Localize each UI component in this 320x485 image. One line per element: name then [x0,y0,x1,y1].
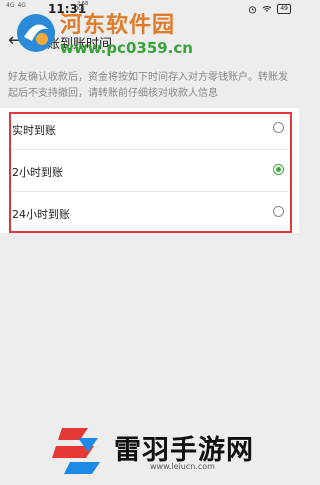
signal-2-icon: 4G [17,2,26,9]
network-rate-unit: K/s [77,6,85,12]
battery-icon: 49 [277,4,291,14]
bottom-logo: 雷羽手游网 www.leiucn.com [48,422,298,474]
back-arrow-icon[interactable]: ← [8,30,23,51]
alarm-icon [249,5,257,14]
option-24-hours[interactable]: 24小时到账 [0,192,299,234]
option-2-hours[interactable]: 2小时到账 [0,150,299,192]
option-label: 24小时到账 [12,208,70,221]
status-icons: 49 [248,4,291,14]
option-instant[interactable]: 实时到账 [0,108,299,150]
status-bar: 4G 4G 11:31 2.68 K/s 49 [0,0,299,20]
radio-unchecked-icon[interactable] [273,206,284,217]
option-label: 实时到账 [12,124,56,137]
bottom-logo-url: www.leiucn.com [150,462,215,471]
arrival-time-options: 实时到账 2小时到账 24小时到账 [0,108,299,233]
signal-1-icon: 4G [6,2,15,9]
page-title: 转账到账时间 [34,37,113,52]
leiyu-logo-icon [52,428,100,474]
radio-checked-icon[interactable] [273,164,284,175]
network-rate: 2.68 K/s [77,2,88,12]
option-label: 2小时到账 [12,166,63,179]
wifi-icon [263,6,272,12]
signal-indicators: 4G 4G [6,3,26,9]
nav-bar: ← 转账到账时间 [0,20,299,64]
radio-unchecked-icon[interactable] [273,122,284,133]
transfer-description: 好友确认收款后，资金将按如下时间存入对方零钱账户。转账发起后不支持撤回，请转账前… [8,72,288,99]
